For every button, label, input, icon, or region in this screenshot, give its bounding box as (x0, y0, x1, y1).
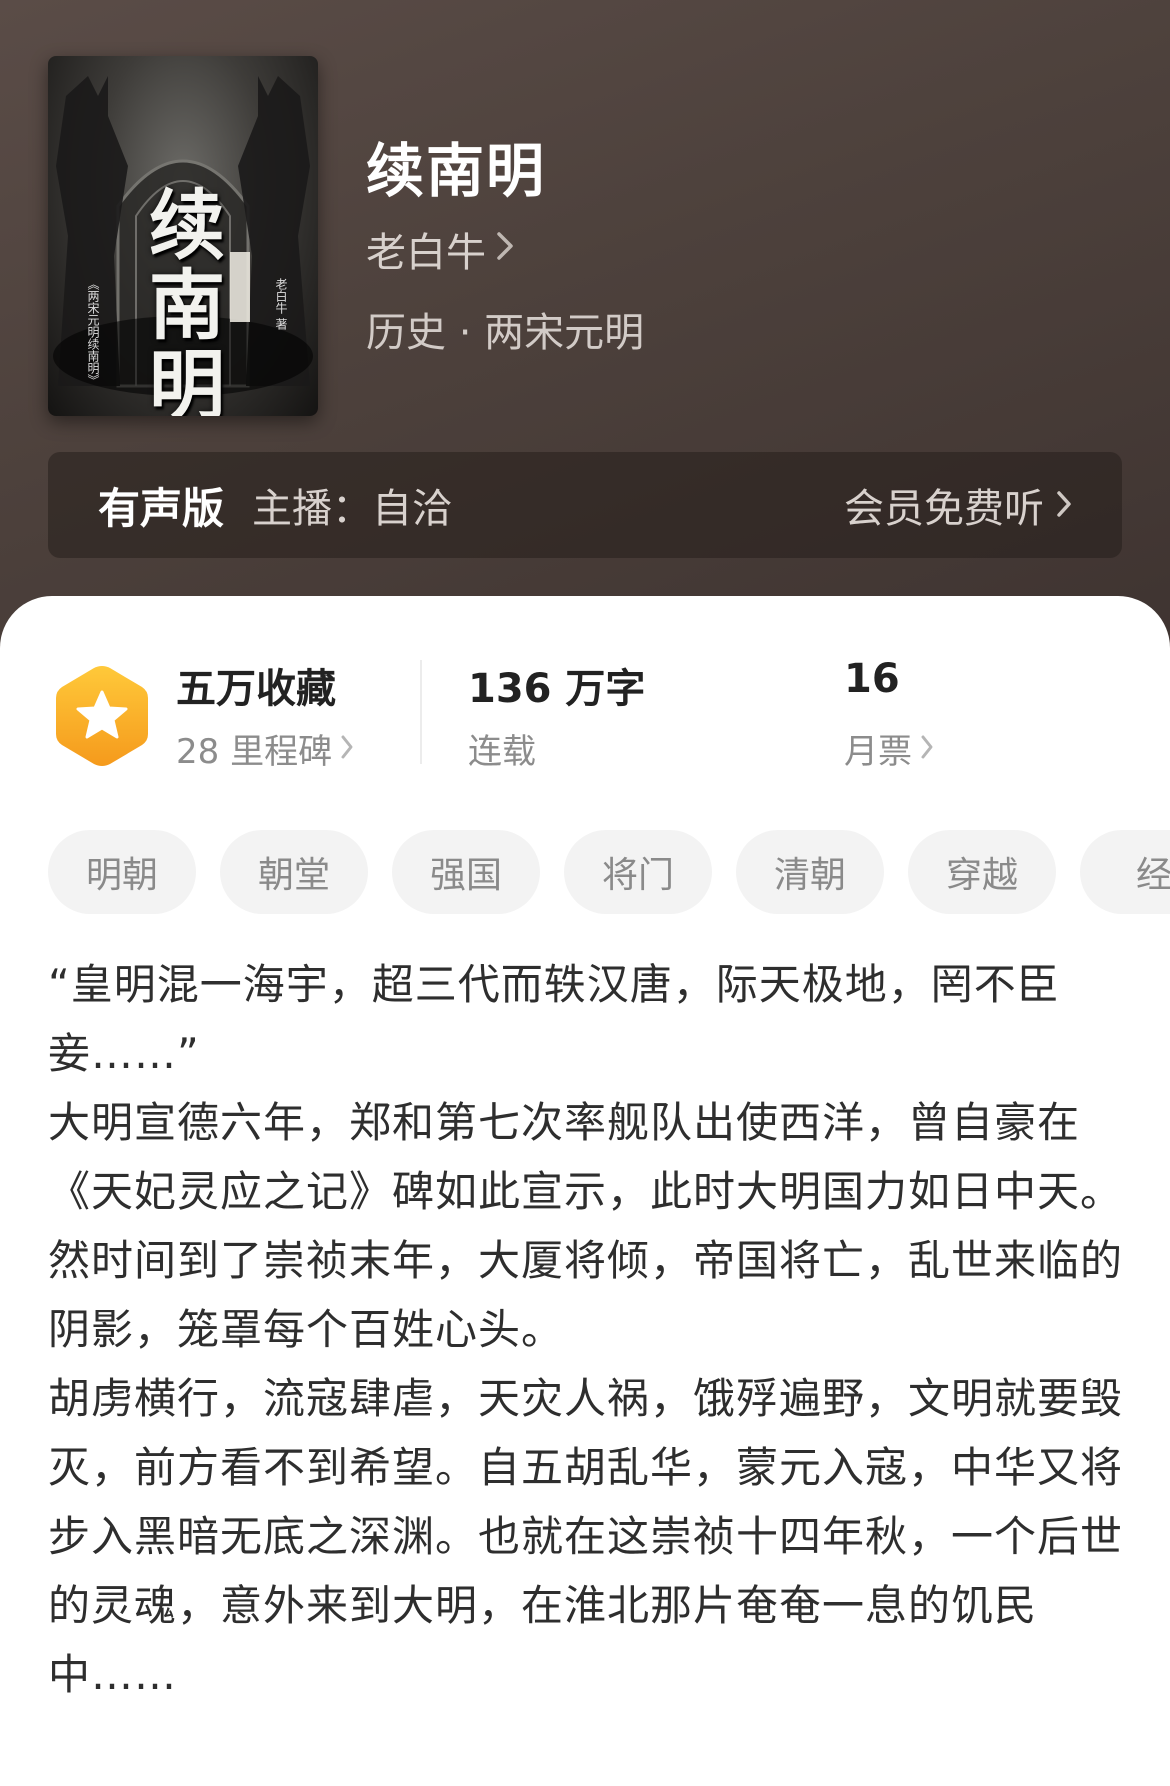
chevron-right-icon (340, 729, 354, 769)
listen-label: 会员免费听 (844, 486, 1044, 532)
chevron-right-icon (920, 729, 934, 769)
tag-chip[interactable]: 明朝 (48, 830, 196, 914)
tag-chip[interactable]: 将门 (564, 830, 712, 914)
milestones-label: 28 里程碑 (176, 732, 333, 772)
audio-host: 主播：自洽 (252, 486, 453, 532)
cover-title-char: 南 (149, 261, 225, 350)
tag-chip[interactable]: 穿越 (908, 830, 1056, 914)
member-free-listen-link[interactable]: 会员免费听 (844, 476, 1072, 534)
author-name: 老白牛 (366, 230, 486, 276)
book-title: 续南明 (366, 137, 547, 205)
monthly-tickets-link[interactable]: 月票 (844, 724, 934, 773)
monthly-tickets-count: 16 (844, 656, 900, 702)
milestones-link[interactable]: 28 里程碑 (176, 724, 354, 773)
book-cover[interactable]: 《两宋元明续南明》 续 南 明 老白牛 著 (48, 56, 318, 416)
stats-divider (420, 660, 422, 764)
book-genre: 历史 · 两宋元明 (366, 310, 645, 356)
word-count: 136 万字 (468, 666, 646, 712)
tag-chip[interactable]: 清朝 (736, 830, 884, 914)
synopsis-paragraph: “皇明混一海宇，超三代而轶汉唐，际天极地，罔不臣妾……” (48, 960, 1060, 1078)
cover-subtitle: 《两宋元明续南明》 (86, 278, 100, 386)
tag-list: 明朝 朝堂 强国 将门 清朝 穿越 经 (48, 830, 1170, 916)
cover-title-char: 续 (149, 181, 225, 270)
synopsis-paragraph: 胡虏横行，流寇肆虐，天灾人祸，饿殍遍野，文明就要毁灭，前方看不到希望。自五胡乱华… (48, 1374, 1124, 1699)
synopsis-paragraph: 然时间到了崇祯末年，大厦将倾，帝国将亡，乱世来临的阴影，笼罩每个百姓心头。 (48, 1236, 1124, 1354)
audio-version-bar[interactable]: 有声版 主播：自洽 会员免费听 (48, 452, 1122, 558)
synopsis-paragraph: 大明宣德六年，郑和第七次率舰队出使西洋，曾自豪在《天妃灵应之记》碑如此宣示，此时… (48, 1098, 1124, 1216)
author-link[interactable]: 老白牛 (366, 220, 514, 278)
tag-chip[interactable]: 朝堂 (220, 830, 368, 914)
chevron-right-icon (1056, 482, 1072, 528)
favorites-count: 五万收藏 (176, 666, 336, 712)
audio-label: 有声版 (98, 483, 225, 533)
cover-title-char: 明 (149, 341, 225, 417)
monthly-tickets-label: 月票 (844, 732, 912, 772)
serial-status: 连载 (468, 732, 536, 772)
cover-title: 续 南 明 (112, 181, 262, 417)
cover-author: 老白牛 著 (274, 278, 288, 330)
chevron-right-icon (496, 229, 514, 270)
book-synopsis: “皇明混一海宇，超三代而轶汉唐，际天极地，罔不臣妾……” 大明宣德六年，郑和第七… (48, 950, 1128, 1709)
tag-chip[interactable]: 经 (1080, 830, 1170, 914)
tag-chip[interactable]: 强国 (392, 830, 540, 914)
star-badge-icon (52, 662, 152, 770)
